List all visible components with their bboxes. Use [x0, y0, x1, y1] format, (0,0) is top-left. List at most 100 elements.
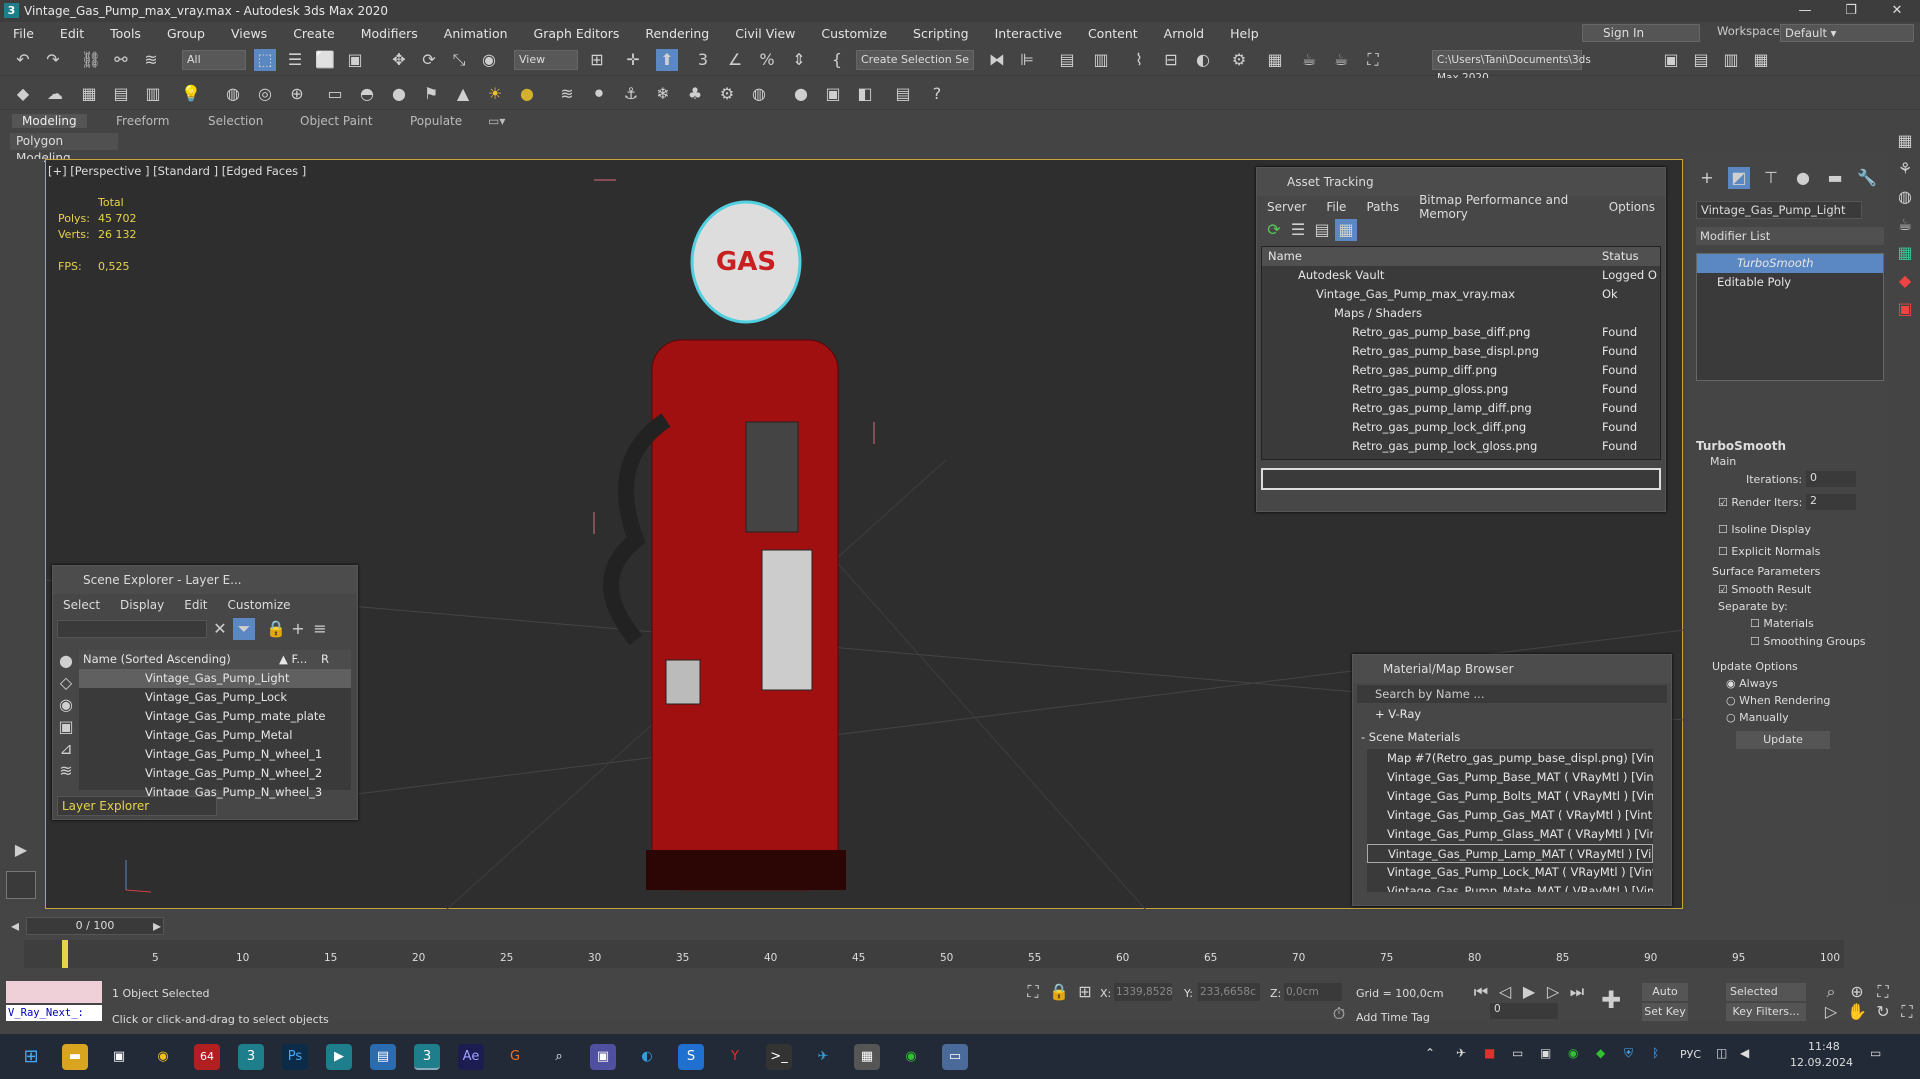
table-row[interactable]: Retro_gas_pump_lamp_diff.png Found [1262, 399, 1660, 418]
vray-lister-icon[interactable]: ▥ [142, 83, 164, 105]
render-iters-checkbox[interactable]: ☑ Render Iters: [1718, 496, 1802, 509]
notepad-icon[interactable]: ▤ [370, 1044, 396, 1070]
col-render[interactable]: R [321, 650, 329, 669]
vray-material-icon[interactable]: ● [790, 83, 812, 105]
always-radio[interactable]: ◉ Always [1726, 677, 1778, 690]
vray-vfb-icon[interactable]: ▤ [110, 83, 132, 105]
thumbnail-view-icon[interactable]: ▤ [1311, 219, 1333, 241]
select-object-icon[interactable]: ⬚ [254, 49, 276, 71]
layers-icon[interactable]: ≡ [309, 618, 331, 640]
vray-object-icon[interactable]: ◆ [12, 83, 34, 105]
table-row[interactable]: Autodesk Vault Logged O [1262, 266, 1660, 285]
zoom-icon[interactable]: ⌕ [1820, 981, 1842, 1003]
schematic-view-icon[interactable]: ⊟ [1160, 49, 1182, 71]
3dsmax-file-icon[interactable]: ▶ [326, 1044, 352, 1070]
vray-dome-light-icon[interactable]: ◓ [356, 83, 378, 105]
minimize-button[interactable]: — [1782, 0, 1828, 22]
globe-icon[interactable]: ◍ [1894, 186, 1916, 208]
file-explorer-icon[interactable]: ▬ [62, 1044, 88, 1070]
telegram-icon[interactable]: ✈ [810, 1044, 836, 1070]
curve-editor-icon[interactable]: ⌇ [1128, 49, 1150, 71]
table-row[interactable]: Retro_gas_pump_base_displ.png Found [1262, 342, 1660, 361]
absolute-mode-icon[interactable]: ⊞ [1074, 981, 1096, 1003]
orbit-icon[interactable]: ↻ [1872, 1001, 1894, 1023]
display-helpers-icon[interactable]: ⊿ [55, 738, 77, 760]
col-freeze[interactable]: ▲ F... [279, 650, 321, 669]
named-selection-set-dropdown[interactable]: Create Selection Se [856, 50, 974, 70]
edit-named-sets-icon[interactable]: { [826, 49, 848, 71]
tray-time[interactable]: 11:48 [1808, 1040, 1840, 1053]
menu-interactive[interactable]: Interactive [982, 26, 1075, 41]
at-menu-bitmap[interactable]: Bitmap Performance and Memory [1409, 193, 1599, 221]
vray-ambient-icon[interactable]: ▲ [452, 83, 474, 105]
modify-tab-icon[interactable]: ◩ [1728, 167, 1750, 189]
render-iterative-icon[interactable]: ☕ [1330, 49, 1352, 71]
vray-group[interactable]: + V-Ray [1353, 705, 1671, 724]
x-coordinate-field[interactable]: 1339,8528 [1114, 983, 1173, 1001]
menu-graph-editors[interactable]: Graph Editors [521, 26, 633, 41]
vray-sphere-fade-icon[interactable]: ⚓ [620, 83, 642, 105]
table-row[interactable]: Maps / Shaders [1262, 304, 1660, 323]
rect-selection-icon[interactable]: ⬜ [314, 49, 336, 71]
mirror-icon[interactable]: ⧓ [986, 49, 1008, 71]
help-icon[interactable]: ? [926, 83, 948, 105]
vray-sky-icon[interactable]: ● [516, 83, 538, 105]
project-save-icon[interactable]: ▦ [1750, 49, 1772, 71]
list-item[interactable]: Vintage_Gas_Pump_Light [79, 669, 351, 688]
checker-icon[interactable]: ▦ [1894, 130, 1916, 152]
link-icon[interactable]: ⛓ [80, 49, 102, 71]
undo-icon[interactable]: ↶ [12, 49, 34, 71]
list-view-icon[interactable]: ☰ [1287, 219, 1309, 241]
list-item[interactable]: Vintage_Gas_Pump_Lamp_MAT ( VRayMtl ) [V… [1367, 844, 1653, 863]
snaps-toggle-icon[interactable]: 3 [692, 49, 714, 71]
add-time-tag[interactable]: Add Time Tag [1356, 1011, 1430, 1024]
list-item[interactable]: Vintage_Gas_Pump_Metal [79, 726, 351, 745]
menu-rendering[interactable]: Rendering [632, 26, 722, 41]
track-bar[interactable]: 5 10 15 20 25 30 35 40 45 50 55 60 65 70… [24, 940, 1844, 968]
table-row[interactable]: Retro_gas_pump_lock_diff.png Found [1262, 418, 1660, 437]
calculator-icon[interactable]: ▦ [854, 1044, 880, 1070]
vray-ies-light-icon[interactable]: ⚑ [420, 83, 442, 105]
vray-logo-icon[interactable]: ◆ [1894, 270, 1916, 292]
window-crossing-icon[interactable]: ▣ [344, 49, 366, 71]
play-icon[interactable]: ▶ [1518, 981, 1540, 1003]
render-setup-icon[interactable]: ⚙ [1228, 49, 1250, 71]
isolate-selection-icon[interactable]: ⛶ [1022, 981, 1044, 1003]
angle-snap-icon[interactable]: ∠ [724, 49, 746, 71]
tray-network-icon[interactable]: ▭ [1512, 1046, 1523, 1060]
zoom-extents-icon[interactable]: ⛶ [1872, 981, 1894, 1003]
tray-bluetooth-icon[interactable]: ᛒ [1652, 1046, 1659, 1060]
at-menu-file[interactable]: File [1316, 200, 1356, 214]
smoothing-groups-checkbox[interactable]: ☐ Smoothing Groups [1750, 635, 1866, 648]
reference-coord-dropdown[interactable]: View [514, 50, 578, 70]
menu-create[interactable]: Create [280, 26, 348, 41]
clear-search-icon[interactable]: ✕ [209, 618, 231, 640]
scene-search-input[interactable] [57, 620, 207, 638]
vray-plane-light-icon[interactable]: ▭ [324, 83, 346, 105]
smooth-result-checkbox[interactable]: ☑ Smooth Result [1718, 583, 1811, 596]
manually-radio[interactable]: ○ Manually [1726, 711, 1789, 724]
pivot-center-icon[interactable]: ⊞ [586, 49, 608, 71]
redo-icon[interactable]: ↷ [42, 49, 64, 71]
photoshop-icon[interactable]: Ps [282, 1044, 308, 1070]
menu-civil-view[interactable]: Civil View [722, 26, 808, 41]
table-row[interactable]: Retro_gas_pump_gloss.png Found [1262, 380, 1660, 399]
display-objects-icon[interactable]: ● [55, 650, 77, 672]
menu-tools[interactable]: Tools [97, 26, 154, 41]
vray-settings-icon[interactable]: ▤ [892, 83, 914, 105]
viewport-label[interactable]: [+] [Perspective ] [Standard ] [Edged Fa… [48, 164, 306, 178]
list-item[interactable]: Map #7(Retro_gas_pump_base_displ.png) [V… [1367, 749, 1653, 768]
isoline-checkbox[interactable]: ☐ Isoline Display [1718, 523, 1811, 536]
material-search-input[interactable]: Search by Name ... [1357, 685, 1667, 703]
monitor-app-icon[interactable]: ▭ [942, 1044, 968, 1070]
display-lights-icon[interactable]: ◉ [55, 694, 77, 716]
scale-icon[interactable]: ⤡ [448, 49, 470, 71]
modifier-list-dropdown[interactable]: Modifier List [1696, 227, 1884, 245]
vray-scene-icon[interactable]: ⊕ [286, 83, 308, 105]
vray-light-lister-icon[interactable]: 💡 [180, 83, 202, 105]
at-menu-server[interactable]: Server [1257, 200, 1316, 214]
asset-path-field[interactable] [1261, 468, 1661, 490]
time-tag-icon[interactable]: ⏱ [1328, 1003, 1350, 1025]
prev-key-icon[interactable]: ◁ [1494, 981, 1516, 1003]
g-app-icon[interactable]: G [502, 1044, 528, 1070]
